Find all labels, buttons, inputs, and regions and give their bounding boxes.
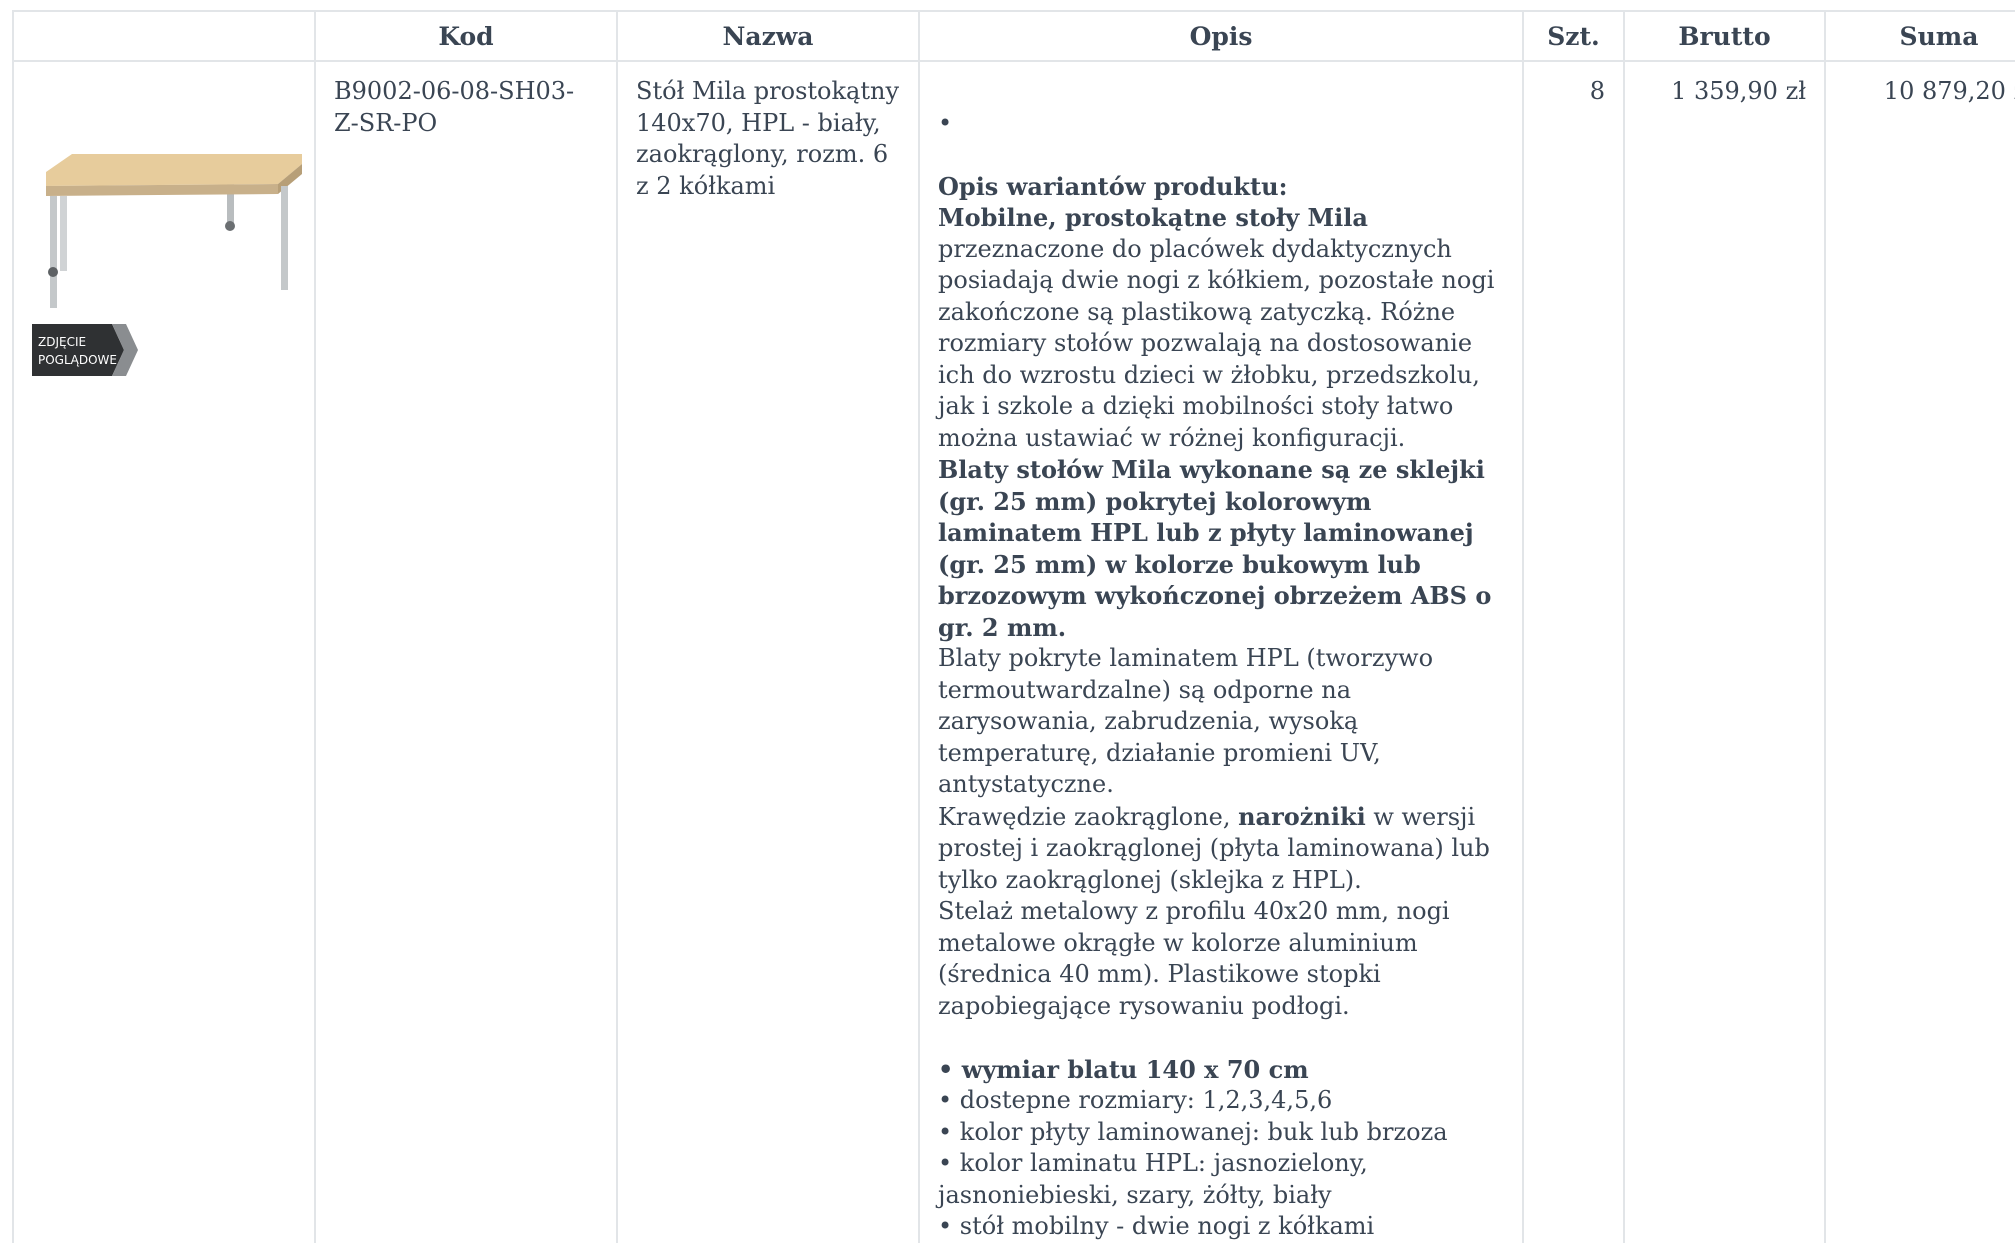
header-nazwa: Nazwa: [616, 10, 920, 62]
product-image-cell: ZDJĘCIE POGLĄDOWE: [12, 61, 316, 1243]
gross-price-cell: 1 359,90 zł: [1623, 61, 1826, 1243]
spec-item: • kolor płyty laminowanej: buk lub brzoz…: [938, 1117, 1448, 1146]
table-leg-front-inner: [60, 196, 67, 271]
badge-line-1: ZDJĘCIE: [38, 335, 86, 349]
header-suma: Suma: [1824, 10, 2015, 62]
header-opis: Opis: [918, 10, 1524, 62]
desc-edges: Krawędzie zaokrąglone, narożniki w wersj…: [938, 801, 1504, 897]
gross-price-value: 1 359,90 zł: [1671, 77, 1806, 105]
caster-front: [48, 267, 58, 277]
quantity-cell: 8: [1522, 61, 1625, 1243]
product-name-text: Stół Mila prostokątny 140x70, HPL - biał…: [636, 77, 900, 200]
product-code-text: B9002-06-08-SH03-Z-SR-PO: [334, 77, 575, 137]
spec-item: • dostepne rozmiary: 1,2,3,4,5,6: [938, 1086, 1333, 1114]
quantity-value: 8: [1589, 77, 1605, 105]
total-value: 10 879,20 zł: [1883, 77, 2015, 105]
header-image: [12, 10, 316, 62]
total-cell: 10 879,20 zł: [1824, 61, 2015, 1243]
badge-line-2: POGLĄDOWE: [38, 353, 117, 367]
caster-back: [225, 221, 235, 231]
desc-edges-bold: narożniki: [1238, 801, 1366, 831]
desc-heading: Opis wariantów produktu:: [938, 171, 1288, 201]
table-row: ZDJĘCIE POGLĄDOWE B9002-06-08-SH03-Z-SR-…: [12, 61, 2015, 1243]
header-kod: Kod: [314, 10, 618, 62]
desc-intro-bold: Mobilne, prostokątne stoły Mila: [938, 203, 1368, 232]
desc-hpl-text: Blaty pokryte laminatem HPL (tworzywo te…: [938, 644, 1434, 798]
desc-frame-text: Stelaż metalowy z profilu 40x20 mm, nogi…: [938, 897, 1450, 1020]
desc-tops-bold: Blaty stołów Mila wykonane są ze sklejki…: [938, 455, 1492, 642]
header-brutto: Brutto: [1623, 10, 1826, 62]
table-leg-front-right: [281, 186, 288, 290]
spec-item-size: • wymiar blatu 140 x 70 cm: [938, 1054, 1309, 1084]
table-leg-front-left: [50, 196, 57, 308]
header-row: Kod Nazwa Opis Szt. Brutto Suma: [12, 10, 2015, 62]
header-szt: Szt.: [1522, 10, 1625, 62]
table-top-edge: [46, 184, 278, 196]
product-description: • Opis wariantów produktu: Mobilne, pros…: [918, 61, 1524, 1243]
spec-item: • stół mobilny - dwie nogi z kółkami: [938, 1212, 1375, 1240]
preview-badge: [32, 324, 124, 376]
product-code: B9002-06-08-SH03-Z-SR-PO: [314, 61, 618, 1243]
product-image[interactable]: ZDJĘCIE POGLĄDOWE: [32, 102, 312, 382]
product-name: Stół Mila prostokątny 140x70, HPL - biał…: [616, 61, 920, 1243]
quote-table: Kod Nazwa Opis Szt. Brutto Suma ZDJĘCIE …: [12, 10, 2015, 1243]
spec-item: • kolor laminatu HPL: jasnozielony, jasn…: [938, 1149, 1368, 1209]
desc-empty-bullet: •: [938, 108, 953, 137]
table-top: [46, 154, 302, 186]
desc-edges-pre: Krawędzie zaokrąglone,: [938, 802, 1239, 831]
desc-intro-text: przeznaczone do placówek dydaktycznych p…: [938, 234, 1495, 452]
